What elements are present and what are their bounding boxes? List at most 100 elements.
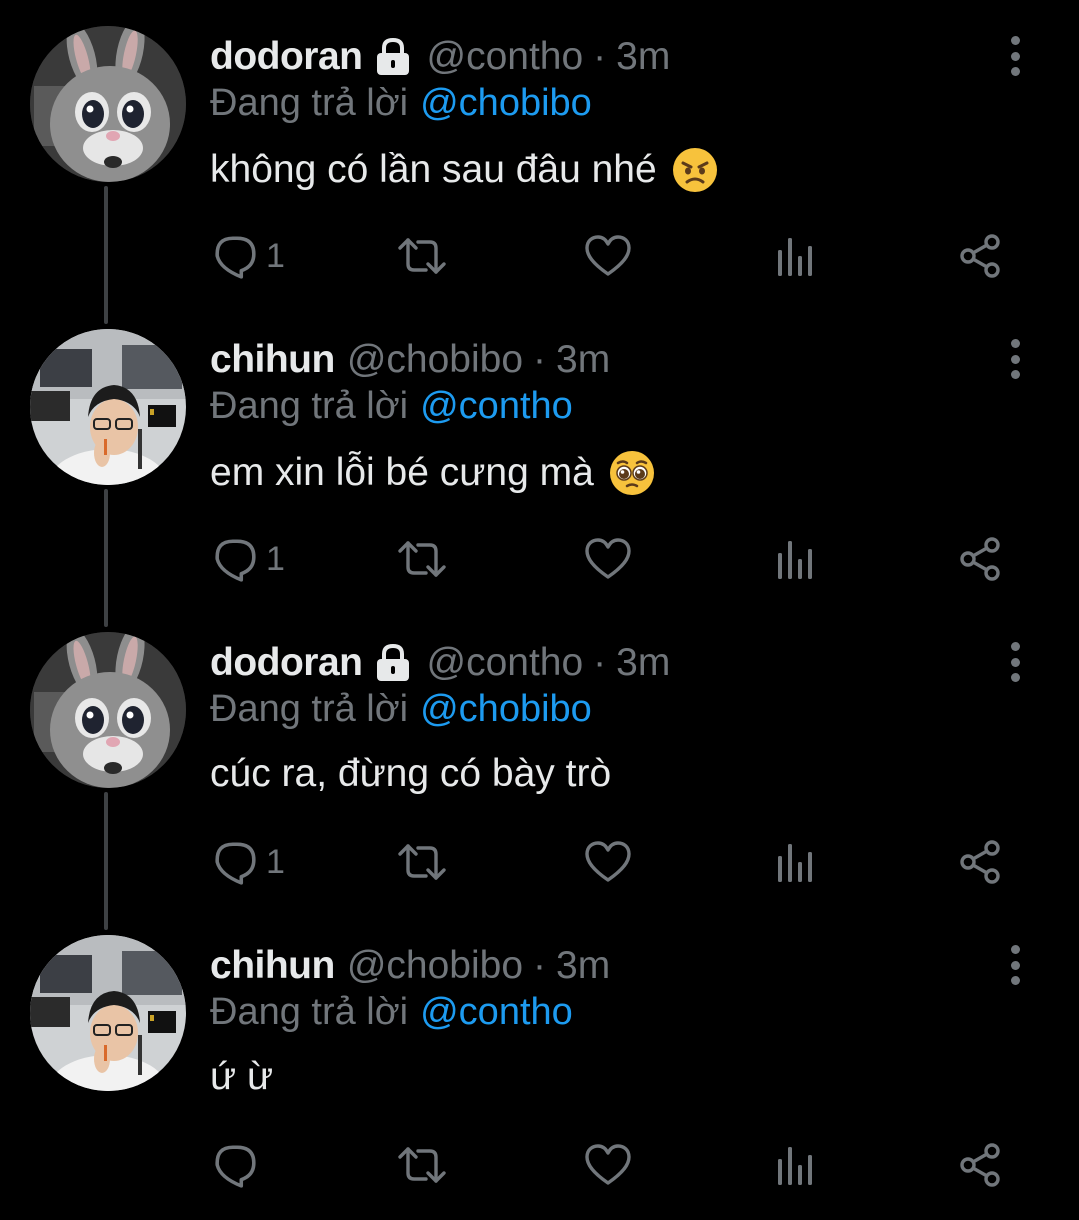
view-stats-button[interactable] (775, 531, 815, 587)
replying-to: Đang trả lời @chobibo (210, 82, 592, 125)
retweet-button[interactable] (394, 834, 450, 890)
tweet-actions: 1 (0, 228, 1079, 284)
lock-icon (372, 642, 414, 684)
avatar[interactable] (30, 329, 186, 485)
retweet-button[interactable] (394, 531, 450, 587)
person-avatar-image (30, 935, 186, 1091)
heart-icon (584, 1143, 632, 1187)
stats-icon (775, 840, 815, 884)
share-icon (958, 1142, 1004, 1188)
display-name[interactable]: chihun (210, 944, 335, 988)
tweet[interactable]: chihun @chobibo · 3m Đang trả lời @contho… (0, 909, 1079, 1212)
more-options-icon[interactable] (999, 337, 1031, 381)
replying-to-handle-link[interactable]: @chobibo (420, 82, 592, 124)
avatar[interactable] (30, 935, 186, 1091)
display-name[interactable]: dodoran (210, 641, 363, 685)
avatar[interactable] (30, 632, 186, 788)
share-button[interactable] (958, 531, 1004, 587)
reply-button[interactable] (212, 1137, 266, 1193)
retweet-icon (394, 537, 450, 581)
stats-icon (775, 234, 815, 278)
tweet-text: cúc ra, đừng có bày trò (210, 752, 611, 796)
tweet-text: ứ ừ (210, 1055, 273, 1099)
retweet-button[interactable] (394, 228, 450, 284)
replying-to-label: Đang trả lời (210, 688, 409, 730)
like-button[interactable] (584, 834, 632, 890)
bunny-avatar-image (30, 632, 186, 788)
tweet-actions: 1 (0, 834, 1079, 890)
share-icon (958, 839, 1004, 885)
replying-to: Đang trả lời @chobibo (210, 688, 592, 731)
like-button[interactable] (584, 228, 632, 284)
tweet-text: em xin lỗi bé cưng mà (210, 449, 656, 497)
reply-button[interactable]: 1 (212, 228, 285, 284)
user-handle[interactable]: @contho (426, 35, 583, 79)
person-avatar-image (30, 329, 186, 485)
share-icon (958, 233, 1004, 279)
like-button[interactable] (584, 531, 632, 587)
timestamp[interactable]: 3m (616, 641, 670, 685)
timestamp[interactable]: 3m (556, 338, 610, 382)
share-button[interactable] (958, 228, 1004, 284)
timestamp[interactable]: 3m (616, 35, 670, 79)
reply-icon (212, 839, 258, 885)
retweet-icon (394, 840, 450, 884)
user-handle[interactable]: @contho (426, 641, 583, 685)
separator-dot: · (593, 641, 607, 684)
tweet-text: không có lần sau đâu nhé (210, 146, 719, 194)
view-stats-button[interactable] (775, 228, 815, 284)
lock-icon (372, 36, 414, 78)
tweet-text-content: không có lần sau đâu nhé (210, 148, 657, 191)
reply-button[interactable]: 1 (212, 834, 285, 890)
tweet-actions (0, 1137, 1079, 1193)
separator-dot: · (533, 338, 547, 381)
tweet[interactable]: dodoran @contho · 3m Đang trả lời @chobib… (0, 0, 1079, 303)
stats-icon (775, 537, 815, 581)
view-stats-button[interactable] (775, 1137, 815, 1193)
tweet[interactable]: chihun @chobibo · 3m Đang trả lời @contho… (0, 303, 1079, 606)
heart-icon (584, 234, 632, 278)
tweet-header: dodoran @contho · 3m (210, 638, 670, 688)
tweet-header: chihun @chobibo · 3m (210, 335, 610, 385)
retweet-button[interactable] (394, 1137, 450, 1193)
replying-to-label: Đang trả lời (210, 991, 409, 1033)
user-handle[interactable]: @chobibo (347, 944, 523, 988)
replying-to-label: Đang trả lời (210, 82, 409, 124)
tweet-text-content: cúc ra, đừng có bày trò (210, 752, 612, 795)
pleading-face-icon (608, 449, 656, 497)
tweet-header: dodoran @contho · 3m (210, 32, 670, 82)
more-options-icon[interactable] (999, 640, 1031, 684)
replying-to-handle-link[interactable]: @contho (420, 991, 573, 1033)
like-button[interactable] (584, 1137, 632, 1193)
bunny-avatar-image (30, 26, 186, 182)
reply-count: 1 (266, 539, 285, 578)
replying-to-handle-link[interactable]: @contho (420, 385, 573, 427)
reply-icon (212, 1142, 258, 1188)
more-options-icon[interactable] (999, 34, 1031, 78)
reply-count: 1 (266, 236, 285, 275)
more-options-icon[interactable] (999, 943, 1031, 987)
tweet-actions: 1 (0, 531, 1079, 587)
replying-to-handle-link[interactable]: @chobibo (420, 688, 592, 730)
replying-to-label: Đang trả lời (210, 385, 409, 427)
tweet[interactable]: dodoran @contho · 3m Đang trả lời @chobib… (0, 606, 1079, 909)
display-name[interactable]: chihun (210, 338, 335, 382)
reply-count: 1 (266, 842, 285, 881)
share-button[interactable] (958, 1137, 1004, 1193)
view-stats-button[interactable] (775, 834, 815, 890)
reply-button[interactable]: 1 (212, 531, 285, 587)
angry-face-icon (671, 146, 719, 194)
share-button[interactable] (958, 834, 1004, 890)
separator-dot: · (593, 35, 607, 78)
tweet-header: chihun @chobibo · 3m (210, 941, 610, 991)
share-icon (958, 536, 1004, 582)
replying-to: Đang trả lời @contho (210, 385, 573, 428)
display-name[interactable]: dodoran (210, 35, 363, 79)
user-handle[interactable]: @chobibo (347, 338, 523, 382)
retweet-icon (394, 234, 450, 278)
timestamp[interactable]: 3m (556, 944, 610, 988)
separator-dot: · (533, 944, 547, 987)
reply-icon (212, 536, 258, 582)
avatar[interactable] (30, 26, 186, 182)
retweet-icon (394, 1143, 450, 1187)
